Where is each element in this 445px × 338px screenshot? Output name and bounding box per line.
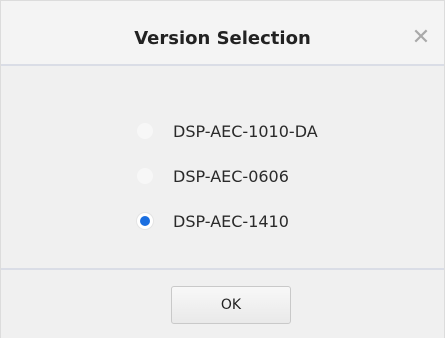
ok-button[interactable]: OK [171, 286, 291, 324]
radio-button[interactable] [137, 168, 153, 184]
radio-button[interactable] [137, 123, 153, 139]
dialog-footer: OK [1, 268, 444, 338]
radio-option-label: DSP-AEC-1410 [173, 211, 289, 231]
dialog-titlebar: Version Selection ✕ [1, 1, 444, 66]
radio-option-dsp-aec-1410[interactable]: DSP-AEC-1410 [137, 208, 289, 234]
dialog-title: Version Selection [134, 28, 311, 49]
radio-button[interactable] [137, 213, 153, 229]
radio-option-label: DSP-AEC-0606 [173, 166, 289, 186]
radio-dot [140, 216, 150, 226]
radio-option-label: DSP-AEC-1010-DA [173, 121, 318, 141]
radio-option-dsp-aec-1010-da[interactable]: DSP-AEC-1010-DA [137, 118, 318, 144]
version-selection-dialog: Version Selection ✕ DSP-AEC-1010-DA DSP-… [0, 0, 445, 338]
options-area: DSP-AEC-1010-DA DSP-AEC-0606 DSP-AEC-141… [1, 66, 444, 268]
close-icon[interactable]: ✕ [408, 25, 434, 51]
radio-option-dsp-aec-0606[interactable]: DSP-AEC-0606 [137, 163, 289, 189]
